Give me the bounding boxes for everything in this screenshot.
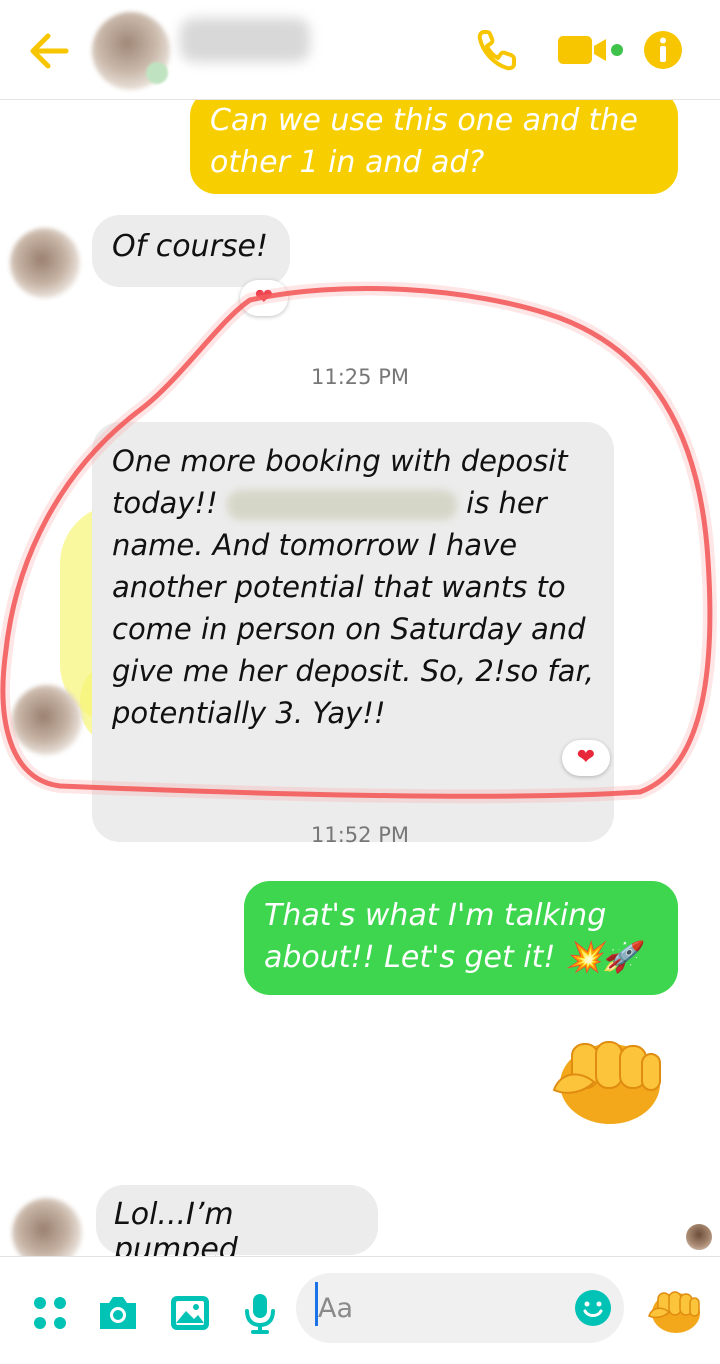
arrow-left-icon (30, 33, 69, 69)
voice-clip-button[interactable] (238, 1291, 282, 1335)
camera-button[interactable] (96, 1291, 140, 1335)
four-dots-icon (34, 1297, 66, 1329)
timestamp: 11:52 PM (311, 823, 409, 847)
message-text: Can we use this one and the other 1 in a… (210, 103, 638, 180)
gallery-button[interactable] (168, 1291, 212, 1335)
message-text: is her name. And tomorrow I have another… (112, 486, 594, 730)
message-text: Of course! (112, 229, 269, 264)
online-indicator (146, 62, 168, 84)
message-composer (0, 1256, 720, 1364)
fist-bump-emoji-message[interactable] (546, 1030, 664, 1130)
contact-name-redacted[interactable] (180, 18, 310, 62)
heart-icon: ❤ (576, 745, 596, 770)
emoji-button[interactable] (574, 1289, 612, 1327)
incoming-message[interactable]: One more booking with deposit today!! is… (92, 422, 614, 842)
info-icon (644, 31, 682, 69)
microphone-icon (245, 1294, 275, 1334)
message-list[interactable]: Can we use this one and the other 1 in a… (0, 90, 720, 1268)
info-button[interactable] (643, 30, 683, 70)
send-fist-bump-button[interactable] (646, 1287, 702, 1335)
heart-reaction[interactable]: ❤ (240, 280, 288, 316)
read-receipt-avatar (684, 1222, 714, 1252)
incoming-message[interactable]: Of course! (92, 215, 290, 287)
camera-icon (100, 1297, 136, 1329)
redacted-name (226, 490, 457, 520)
sender-avatar (12, 685, 82, 755)
phone-icon (477, 30, 516, 71)
conversation-header (0, 0, 720, 100)
image-icon (171, 1296, 209, 1330)
fist-bump-icon (552, 1041, 661, 1124)
timestamp: 11:25 PM (311, 365, 409, 389)
video-camera-icon (558, 36, 623, 64)
heart-icon: ❤ (254, 285, 274, 310)
fist-bump-icon (648, 1291, 700, 1333)
sender-avatar (10, 228, 80, 298)
incoming-message[interactable]: Lol...I’m pumped (96, 1185, 378, 1267)
video-call-button[interactable] (556, 32, 626, 68)
outgoing-message[interactable]: Can we use this one and the other 1 in a… (190, 90, 678, 194)
back-button[interactable] (26, 30, 74, 72)
smiley-icon (575, 1290, 611, 1326)
voice-call-button[interactable] (476, 28, 518, 72)
text-caret (315, 1282, 318, 1326)
more-actions-button[interactable] (28, 1291, 72, 1335)
message-text: That's what I'm talking about!! Let's ge… (264, 898, 640, 975)
outgoing-message[interactable]: That's what I'm talking about!! Let's ge… (244, 881, 678, 995)
heart-reaction[interactable]: ❤ (562, 740, 610, 776)
